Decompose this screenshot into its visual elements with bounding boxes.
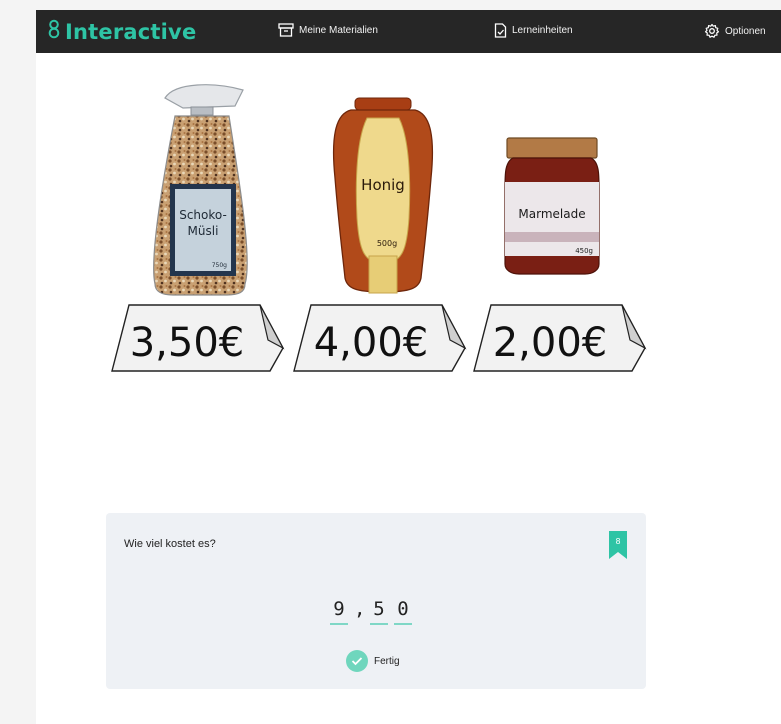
top-navigation-bar: Interactive Meine Materialien Lerneinhei… [36,10,781,53]
task-card: Wie viel kostet es? 8 9 , 5 0 Fertig [106,513,646,689]
figure-eight-logo-icon [48,19,60,44]
task-question: Wie viel kostet es? [124,538,216,550]
honey-weight: 500g [377,239,397,248]
price-label-1: 3,50€ [130,320,245,366]
gear-icon [704,23,720,39]
price-tag-3: 2,00€ [473,304,647,372]
muesli-label-line2: Müsli [188,224,219,238]
fertig-label: Fertig [374,655,400,667]
nav-meine-materialien-label: Meine Materialien [299,24,378,36]
fertig-button[interactable]: Fertig [346,650,400,672]
nav-lerneinheiten[interactable]: Lerneinheiten [494,23,573,38]
answer-digit-1[interactable]: 9 [330,598,348,625]
decimal-separator: , [354,598,366,620]
price-label-3: 2,00€ [493,320,608,366]
nav-lerneinheiten-label: Lerneinheiten [512,25,573,36]
brand-logo[interactable]: Interactive [48,19,196,44]
price-tag-2: 4,00€ [293,304,467,372]
archive-box-icon [278,23,294,37]
nav-meine-materialien[interactable]: Meine Materialien [278,23,378,37]
bookmark-icon[interactable]: 8 [609,531,627,564]
brand-name: Interactive [65,19,197,44]
honey-label: Honig [361,176,405,194]
nav-optionen[interactable]: Optionen [704,23,766,39]
price-label-2: 4,00€ [314,320,429,366]
price-tag-1: 3,50€ [111,304,285,372]
muesli-bag-image: Schoko- Müsli 750g [153,84,248,296]
answer-digit-3[interactable]: 0 [394,598,412,625]
nav-optionen-label: Optionen [725,25,766,37]
answer-input[interactable]: 9 , 5 0 [330,598,412,625]
bookmark-number: 8 [615,537,620,546]
answer-digit-2[interactable]: 5 [370,598,388,625]
jam-label: Marmelade [518,207,585,221]
muesli-weight: 750g [212,262,227,269]
jam-jar-image: Marmelade 450g [504,137,600,275]
muesli-label-line1: Schoko- [179,208,227,222]
checkmark-icon [346,650,368,672]
jam-weight: 450g [575,247,593,255]
document-check-icon [494,23,507,38]
honey-bottle-image: Honig 500g [332,97,434,294]
product-illustration: Schoko- Müsli 750g Honig 500g Marmelade … [105,78,650,383]
